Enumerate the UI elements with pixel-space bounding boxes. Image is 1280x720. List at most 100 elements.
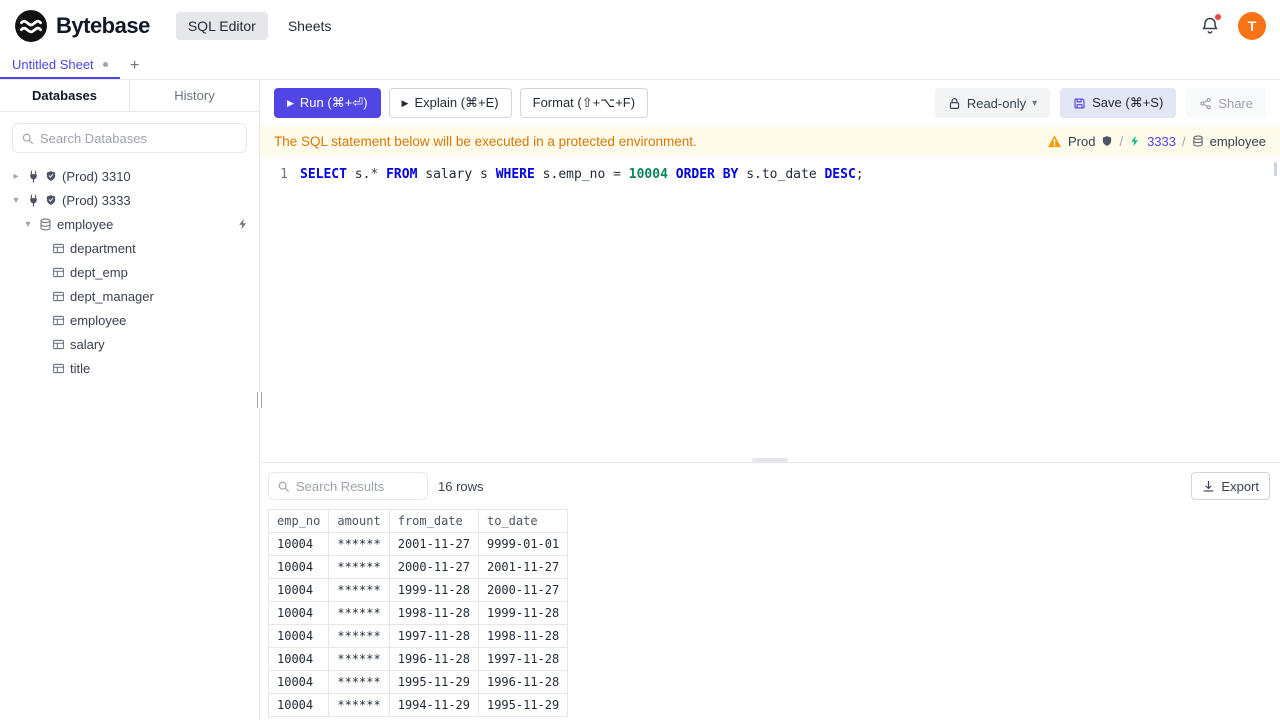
table-icon xyxy=(52,314,65,327)
format-button[interactable]: Format (⇧+⌥+F) xyxy=(519,88,649,118)
instance-link[interactable]: 3333 xyxy=(1147,134,1176,149)
search-icon xyxy=(277,480,290,493)
tree-item-database-employee[interactable]: ▾ employee xyxy=(0,212,259,236)
table-cell: 1997-11-28 xyxy=(388,624,479,648)
tree-item-label: employee xyxy=(70,312,127,328)
table-cell: 10004 xyxy=(267,555,330,579)
table-cell: 1999-11-28 xyxy=(388,578,479,602)
plug-icon xyxy=(27,194,40,207)
save-icon xyxy=(1073,97,1086,110)
table-row[interactable]: 10004 ****** 1995-11-29 1996-11-28 xyxy=(267,670,569,694)
table-icon xyxy=(52,290,65,303)
table-icon xyxy=(52,362,65,375)
sql-token-plain: ; xyxy=(855,167,864,182)
avatar[interactable]: T xyxy=(1238,12,1266,40)
save-button[interactable]: Save (⌘+S) xyxy=(1060,88,1177,118)
search-icon xyxy=(21,132,34,145)
bytebase-logo[interactable]: Bytebase xyxy=(14,9,150,43)
tree-item-instance--prod-3333[interactable]: ▾ (Prod) 3333 xyxy=(0,188,259,212)
shield-icon xyxy=(45,194,57,206)
sql-token-plain: s.emp_no xyxy=(534,167,614,182)
tree-item-table-salary[interactable]: salary xyxy=(0,332,259,356)
bolt-icon[interactable] xyxy=(237,218,249,230)
shield-icon xyxy=(1101,135,1113,147)
editor-scrollbar[interactable] xyxy=(1274,162,1277,176)
bolt-icon xyxy=(1129,135,1141,147)
column-header-to_date[interactable]: to_date xyxy=(477,509,569,533)
table-cell: 1996-11-28 xyxy=(388,647,479,671)
tree-item-label: salary xyxy=(70,336,105,352)
column-header-emp_no[interactable]: emp_no xyxy=(267,509,330,533)
tree-item-table-dept-emp[interactable]: dept_emp xyxy=(0,260,259,284)
table-cell: 10004 xyxy=(267,532,330,556)
environment-label[interactable]: Prod xyxy=(1068,134,1095,149)
sql-token-plain xyxy=(668,167,676,182)
chevron-right-icon[interactable]: ▸ xyxy=(10,171,22,182)
table-icon xyxy=(52,338,65,351)
download-icon xyxy=(1202,480,1215,493)
sql-token-operator: = xyxy=(613,167,621,182)
explain-button-label: Explain (⌘+E) xyxy=(414,95,499,110)
tab-history[interactable]: History xyxy=(130,80,259,111)
table-cell: 1998-11-28 xyxy=(388,601,479,625)
sql-token-plain: salary s xyxy=(417,167,496,182)
banner-message: The SQL statement below will be executed… xyxy=(274,133,697,149)
notification-bell-button[interactable] xyxy=(1200,14,1221,36)
table-cell: 9999-01-01 xyxy=(477,532,569,556)
row-count: 16 rows xyxy=(438,478,484,494)
tree-item-instance--prod-3310[interactable]: ▸ (Prod) 3310 xyxy=(0,164,259,188)
sql-editor[interactable]: 1 SELECT s.* FROM salary s WHERE s.emp_n… xyxy=(260,156,1280,462)
column-header-from_date[interactable]: from_date xyxy=(388,509,479,533)
sql-code-line[interactable]: SELECT s.* FROM salary s WHERE s.emp_no … xyxy=(300,165,864,462)
chevron-down-icon[interactable]: ▾ xyxy=(10,195,22,206)
nav-sql-editor[interactable]: SQL Editor xyxy=(175,12,268,40)
run-button[interactable]: ▶ Run (⌘+⏎) xyxy=(274,88,381,118)
chevron-down-icon[interactable]: ▾ xyxy=(22,219,34,230)
play-icon: ▶ xyxy=(287,97,294,108)
column-header-amount[interactable]: amount xyxy=(328,509,390,533)
table-cell: 1997-11-28 xyxy=(477,647,569,671)
tree-item-label: title xyxy=(70,360,91,376)
tree-item-table-title[interactable]: title xyxy=(0,356,259,380)
table-row[interactable]: 10004 ****** 2000-11-27 2001-11-27 xyxy=(267,555,569,579)
database-search xyxy=(12,123,247,153)
table-cell: 10004 xyxy=(267,578,330,602)
search-databases-input[interactable] xyxy=(40,130,238,146)
toolbar-right: Read-only ▾ Save (⌘+S) Share xyxy=(934,88,1266,118)
table-cell: ****** xyxy=(328,624,390,648)
chevron-down-icon: ▾ xyxy=(1032,97,1038,109)
tree-item-label: dept_emp xyxy=(70,264,128,280)
explain-button[interactable]: ▶ Explain (⌘+E) xyxy=(388,88,512,118)
readonly-mode-button[interactable]: Read-only ▾ xyxy=(934,88,1051,118)
format-button-label: Format (⇧+⌥+F) xyxy=(532,95,636,110)
tab-databases[interactable]: Databases xyxy=(0,80,130,111)
brand-name: Bytebase xyxy=(56,13,150,38)
export-button[interactable]: Export xyxy=(1191,472,1270,500)
nav-sheets[interactable]: Sheets xyxy=(276,12,344,40)
save-button-label: Save (⌘+S) xyxy=(1092,95,1164,110)
table-row[interactable]: 10004 ****** 2001-11-27 9999-01-01 xyxy=(267,532,569,556)
database-tree: ▸ (Prod) 3310 ▾ (Prod) 3333 ▾ employee departm… xyxy=(0,164,259,720)
tree-item-table-employee[interactable]: employee xyxy=(0,308,259,332)
share-icon xyxy=(1199,97,1212,110)
table-row[interactable]: 10004 ****** 1998-11-28 1999-11-28 xyxy=(267,601,569,625)
sheet-tab-untitled[interactable]: Untitled Sheet xyxy=(0,52,120,79)
header-right: T xyxy=(1200,12,1266,40)
table-row[interactable]: 10004 ****** 1999-11-28 2000-11-27 xyxy=(267,578,569,602)
sheet-tab-label: Untitled Sheet xyxy=(12,57,94,72)
tree-item-table-dept-manager[interactable]: dept_manager xyxy=(0,284,259,308)
add-sheet-button[interactable]: + xyxy=(120,52,150,79)
database-link[interactable]: employee xyxy=(1210,134,1266,149)
sheet-tabbar: Untitled Sheet + xyxy=(0,52,1280,80)
table-row[interactable]: 10004 ****** 1997-11-28 1998-11-28 xyxy=(267,624,569,648)
results-table: emp_no amount from_date to_date 10004 ******… xyxy=(267,509,569,717)
share-button[interactable]: Share xyxy=(1186,88,1266,118)
panel-split-handle[interactable] xyxy=(752,458,788,462)
tree-item-label: employee xyxy=(57,216,114,232)
table-cell: ****** xyxy=(328,578,390,602)
share-button-label: Share xyxy=(1218,95,1253,111)
tree-item-table-department[interactable]: department xyxy=(0,236,259,260)
table-row[interactable]: 10004 ****** 1996-11-28 1997-11-28 xyxy=(267,647,569,671)
table-cell: 2001-11-27 xyxy=(477,555,569,579)
table-row[interactable]: 10004 ****** 1994-11-29 1995-11-29 xyxy=(267,693,569,717)
